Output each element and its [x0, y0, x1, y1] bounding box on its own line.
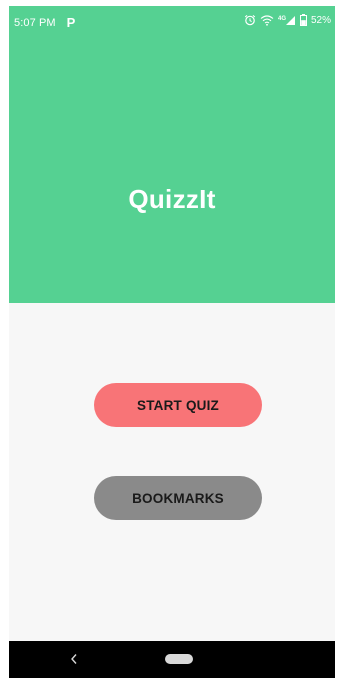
bookmarks-button[interactable]: BOOKMARKS — [94, 476, 262, 520]
battery-icon — [299, 14, 307, 26]
header-banner: 5:07 PM P 4G 52% QuizzIt — [9, 6, 335, 303]
app-title: QuizzIt — [128, 184, 216, 214]
phone-screen: 5:07 PM P 4G 52% QuizzIt START QUIZ BOOK… — [9, 6, 335, 678]
wifi-icon — [260, 14, 274, 26]
status-left: 5:07 PM P — [14, 15, 75, 30]
signal-icon: 4G — [278, 14, 296, 26]
start-quiz-button[interactable]: START QUIZ — [94, 383, 262, 427]
status-time: 5:07 PM — [14, 16, 56, 29]
svg-text:4G: 4G — [278, 16, 286, 22]
notification-p-icon: P — [66, 15, 76, 30]
battery-percent: 52% — [310, 14, 331, 26]
status-bar: 5:07 PM P 4G 52% — [9, 6, 335, 36]
home-pill-icon[interactable] — [165, 654, 193, 664]
status-right: 4G 52% — [244, 14, 331, 26]
back-icon[interactable] — [67, 651, 81, 667]
navigation-bar — [9, 641, 335, 678]
alarm-icon — [244, 14, 256, 26]
